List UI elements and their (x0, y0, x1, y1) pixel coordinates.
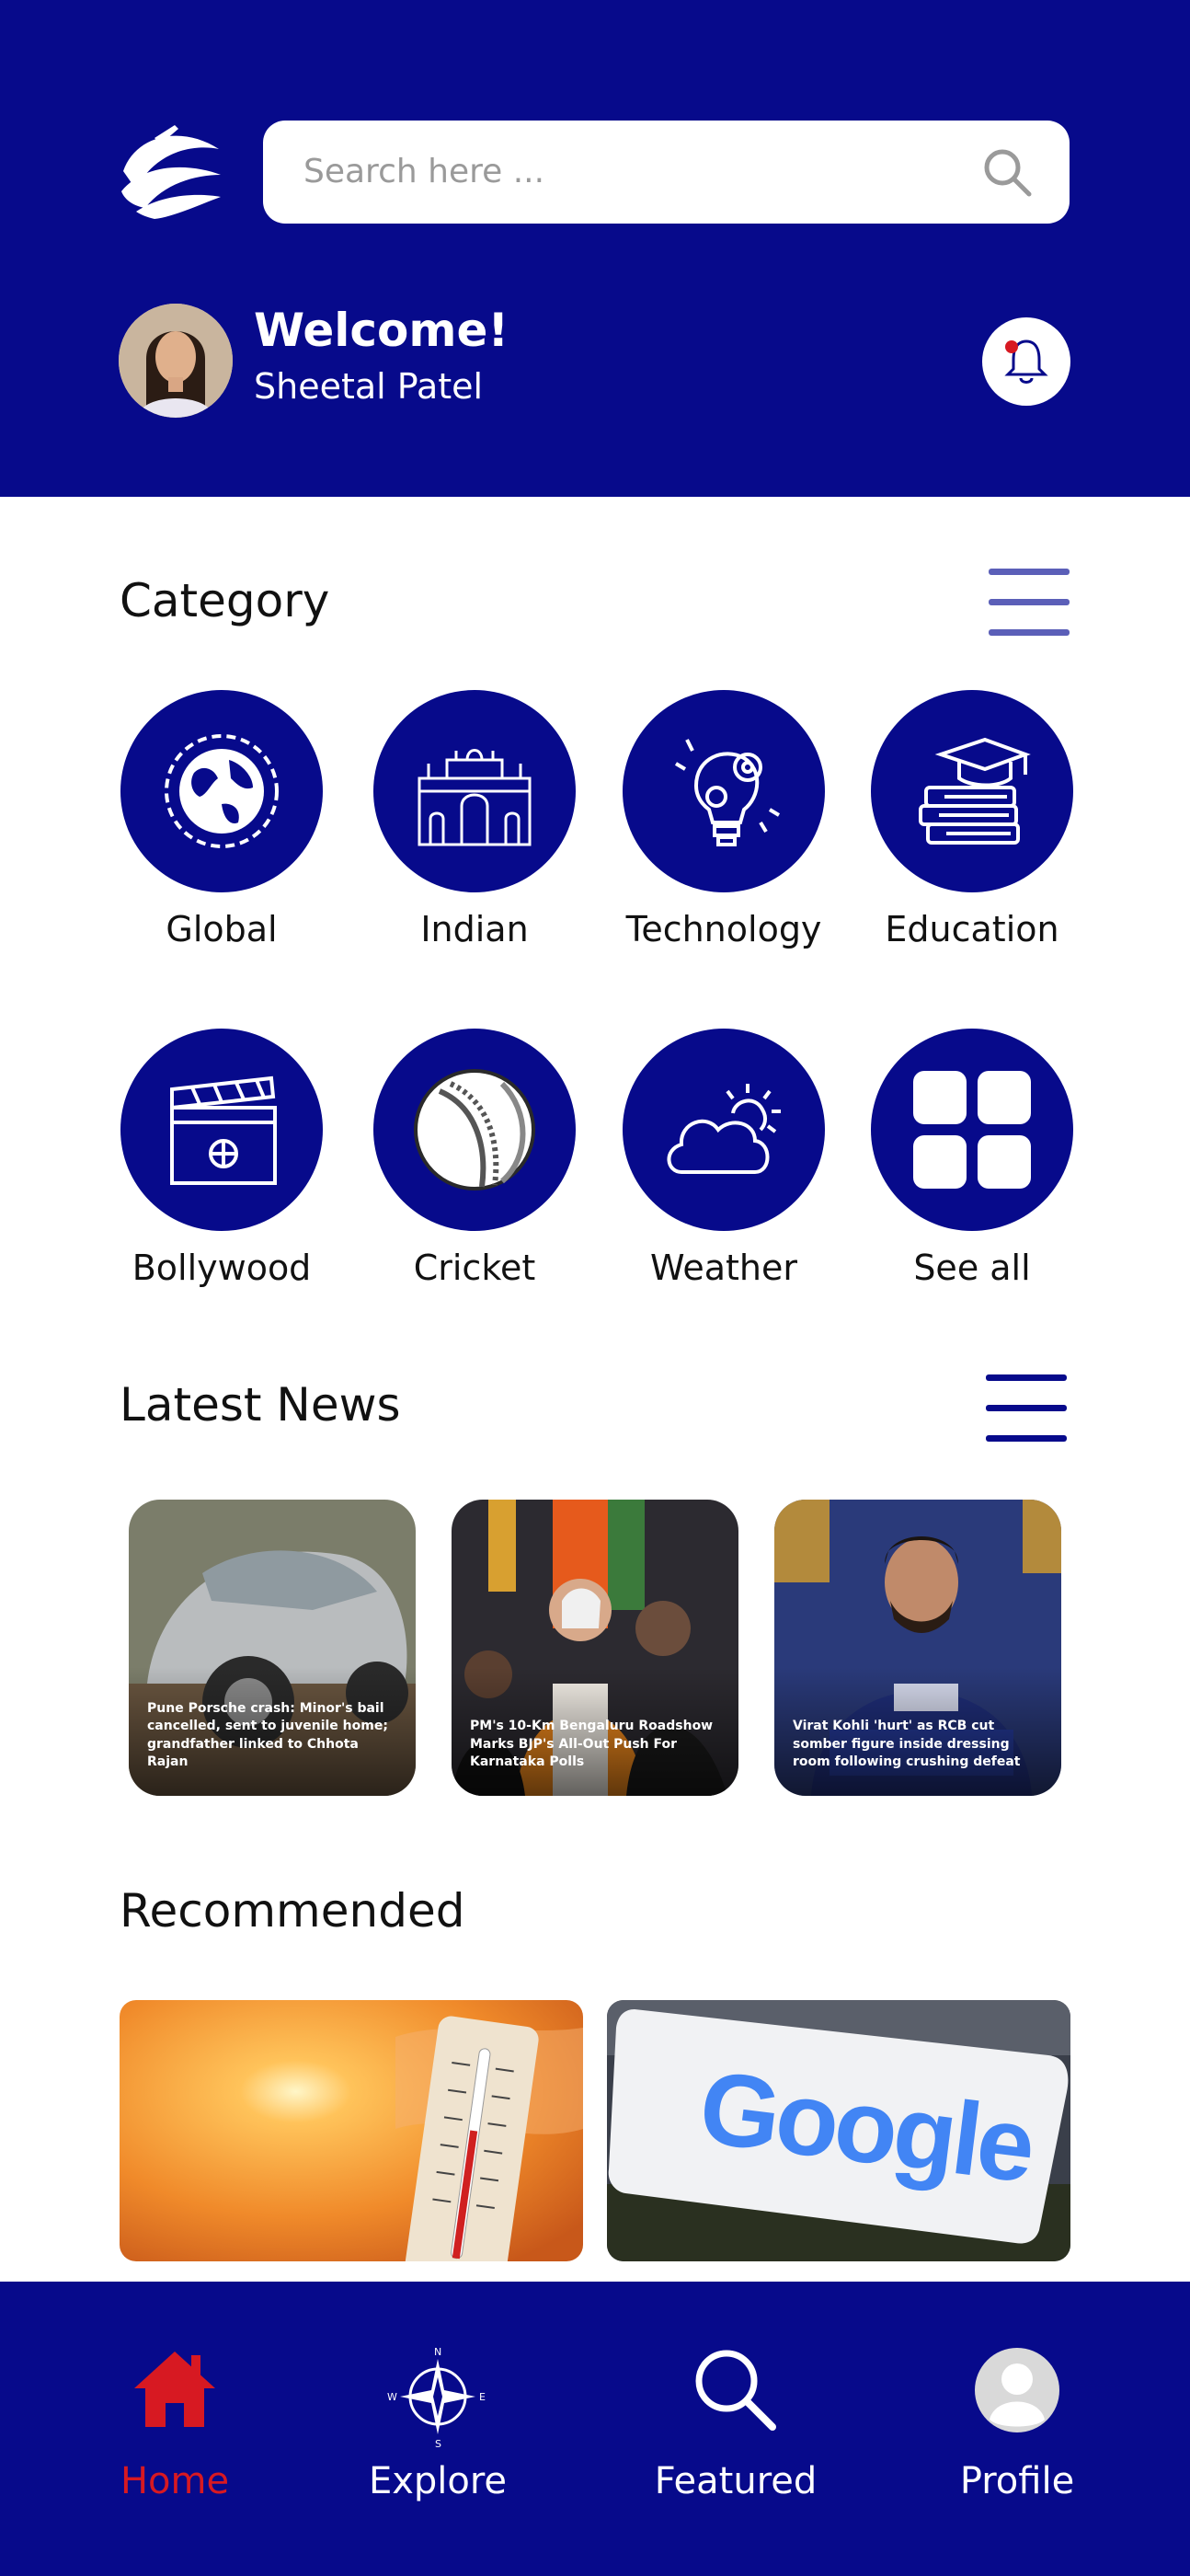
nav-explore[interactable]: N S E W Explore (337, 2346, 539, 2502)
news-card[interactable]: Virat Kohli 'hurt' as RCB cut somber fig… (774, 1500, 1061, 1796)
category-label: Global (166, 909, 278, 949)
category-technology[interactable]: Technology (618, 690, 830, 949)
app-logo (118, 116, 224, 219)
category-label: Education (885, 909, 1059, 949)
nav-label: Featured (654, 2460, 818, 2502)
category-weather[interactable]: Weather (618, 1029, 830, 1288)
bottom-navigation: Home N S E W Explore Featured Profile (0, 2282, 1190, 2576)
nav-home[interactable]: Home (74, 2346, 276, 2502)
gear-bulb-icon (674, 739, 781, 846)
news-menu-icon[interactable] (986, 1374, 1067, 1443)
news-caption: PM's 10-Km Bengaluru Roadshow Marks BJP'… (470, 1719, 714, 1770)
clapperboard-icon (170, 1075, 277, 1185)
recommended-card[interactable]: Google (607, 2000, 1070, 2261)
news-caption: Pune Porsche crash: Minor's bail cancell… (147, 1700, 388, 1770)
category-see-all[interactable]: See all (866, 1029, 1078, 1288)
svg-text:E: E (479, 2391, 486, 2403)
category-indian[interactable]: Indian (369, 690, 580, 949)
cricket-ball-icon (414, 1069, 535, 1190)
search-icon (695, 2350, 776, 2431)
category-global[interactable]: Global (116, 690, 327, 949)
category-education[interactable]: Education (866, 690, 1078, 949)
books-cap-icon (919, 737, 1031, 845)
notification-button[interactable] (982, 317, 1070, 406)
category-cricket[interactable]: Cricket (369, 1029, 580, 1288)
news-caption: Virat Kohli 'hurt' as RCB cut somber fig… (793, 1719, 1021, 1770)
nav-label: Profile (959, 2460, 1075, 2502)
recommended-title: Recommended (120, 1884, 465, 1938)
nav-profile[interactable]: Profile (916, 2346, 1118, 2502)
category-title: Category (120, 574, 330, 627)
app-header: Search here ... Welcome! Sheetal Patel (0, 0, 1190, 497)
svg-text:W: W (387, 2391, 397, 2403)
search-icon[interactable] (981, 146, 1033, 198)
gateway-of-india-icon (418, 749, 532, 846)
grid-icon (913, 1071, 1031, 1189)
nav-label: Home (120, 2460, 230, 2502)
recommended-card[interactable] (120, 2000, 583, 2261)
compass-icon: N S E W (387, 2346, 486, 2447)
google-sign-image: Google (607, 2000, 1070, 2261)
search-bar[interactable]: Search here ... (263, 121, 1070, 224)
sun-cloud-icon (667, 1084, 781, 1174)
category-label: Bollywood (132, 1248, 312, 1288)
nav-label: Explore (368, 2460, 508, 2502)
category-label: Cricket (413, 1248, 536, 1288)
welcome-text: Welcome! (254, 304, 509, 357)
category-menu-icon[interactable] (989, 569, 1070, 637)
category-label: Weather (650, 1248, 797, 1288)
news-card[interactable]: Pune Porsche crash: Minor's bail cancell… (129, 1500, 416, 1796)
category-label: Technology (625, 909, 822, 949)
nav-featured[interactable]: Featured (635, 2346, 837, 2502)
globe-icon (165, 734, 279, 848)
thermometer-heat-image (120, 2000, 583, 2261)
home-icon (134, 2352, 215, 2427)
category-label: See all (913, 1248, 1031, 1288)
news-card[interactable]: PM's 10-Km Bengaluru Roadshow Marks BJP'… (452, 1500, 738, 1796)
profile-icon (975, 2348, 1059, 2432)
svg-text:N: N (434, 2346, 441, 2358)
svg-text:S: S (435, 2438, 441, 2447)
category-bollywood[interactable]: Bollywood (116, 1029, 327, 1288)
category-label: Indian (420, 909, 529, 949)
latest-news-title: Latest News (120, 1378, 401, 1432)
search-placeholder: Search here ... (303, 153, 545, 190)
bell-icon (1004, 339, 1048, 384)
user-avatar[interactable] (119, 304, 233, 418)
user-name: Sheetal Patel (254, 366, 484, 407)
